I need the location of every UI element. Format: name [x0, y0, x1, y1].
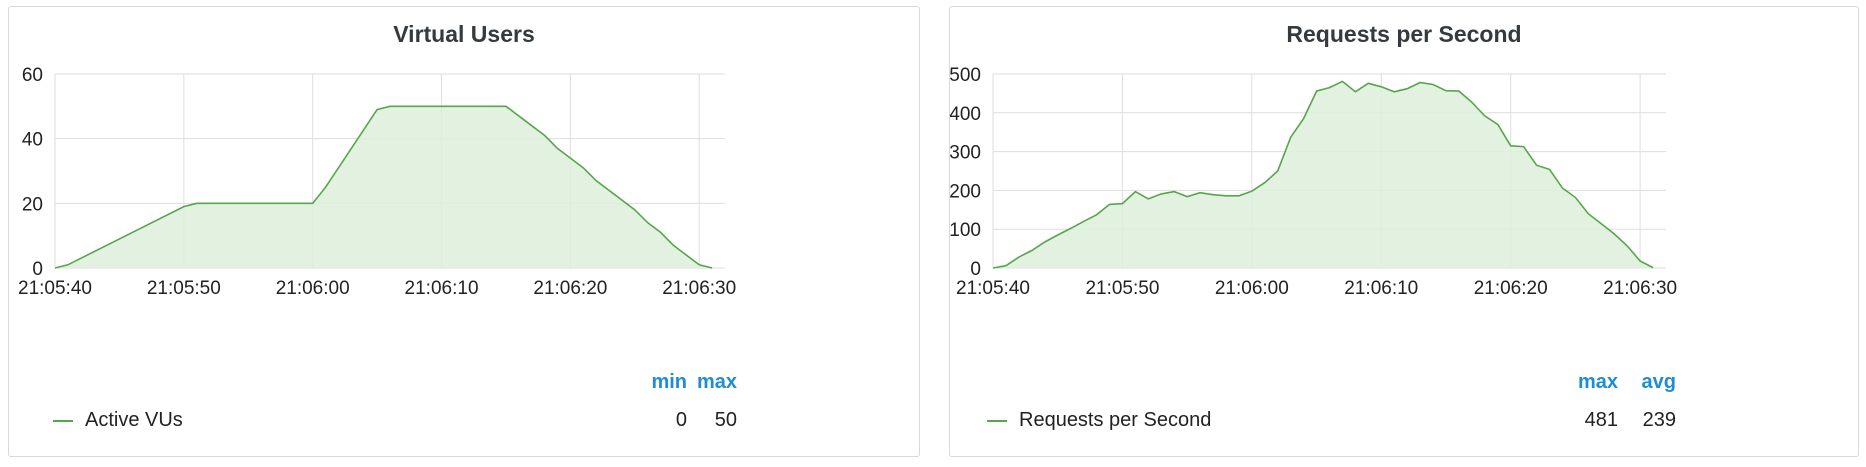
legend-header-avg[interactable]: avg [1630, 371, 1676, 394]
legend-value-avg: 239 [1642, 409, 1676, 431]
x-tick-label: 21:06:10 [1344, 278, 1418, 299]
x-tick-label: 21:05:40 [956, 278, 1030, 299]
y-tick-label: 40 [22, 130, 43, 151]
y-tick-label: 400 [950, 104, 981, 125]
x-tick-label: 21:06:10 [405, 278, 479, 299]
y-tick-label: 0 [970, 259, 981, 280]
chart-requests-per-second: 0 100 200 300 400 500 21:05:40 21:05:50 21:06:00… [950, 65, 1677, 299]
legend-value-min: 0 [675, 409, 687, 431]
x-tick-label: 21:06:20 [533, 278, 607, 299]
legend-series-name[interactable]: Active VUs [85, 409, 183, 432]
y-tick-label: 300 [950, 143, 981, 164]
y-tick-label: 100 [950, 220, 981, 241]
legend-header-min[interactable]: min [639, 371, 687, 394]
x-tick-label: 21:05:40 [18, 278, 92, 299]
legend-value-max: 50 [714, 409, 737, 431]
x-tick-label: 21:05:50 [1085, 278, 1159, 299]
x-tick-label: 21:06:00 [1215, 278, 1289, 299]
panel-virtual-users: Virtual Users 0 20 40 60 21:05:40 21:05:50 21:… [8, 6, 920, 457]
x-tick-label: 21:06:30 [662, 278, 736, 299]
panel-requests-per-second: Requests per Second 0 100 200 300 400 500 21:0… [949, 6, 1859, 457]
x-tick-label: 21:05:50 [147, 278, 221, 299]
legend-series-name[interactable]: Requests per Second [1019, 409, 1211, 432]
x-tick-label: 21:06:30 [1603, 278, 1677, 299]
x-tick-label: 21:06:20 [1474, 278, 1548, 299]
y-tick-label: 200 [950, 181, 981, 202]
legend-header-max[interactable]: max [695, 371, 737, 394]
series-area [55, 106, 713, 268]
legend-value-max: 481 [1584, 409, 1618, 431]
legend-header-max[interactable]: max [1570, 371, 1618, 394]
y-tick-label: 0 [32, 259, 43, 280]
y-tick-label: 60 [22, 65, 43, 86]
legend-series-swatch [987, 420, 1007, 422]
x-tick-label: 21:06:00 [276, 278, 350, 299]
y-tick-label: 500 [950, 65, 981, 86]
y-tick-label: 20 [22, 194, 43, 215]
legend-series-swatch [53, 420, 73, 422]
chart-virtual-users: 0 20 40 60 21:05:40 21:05:50 21:06:00 21:06:10 2… [18, 65, 736, 299]
